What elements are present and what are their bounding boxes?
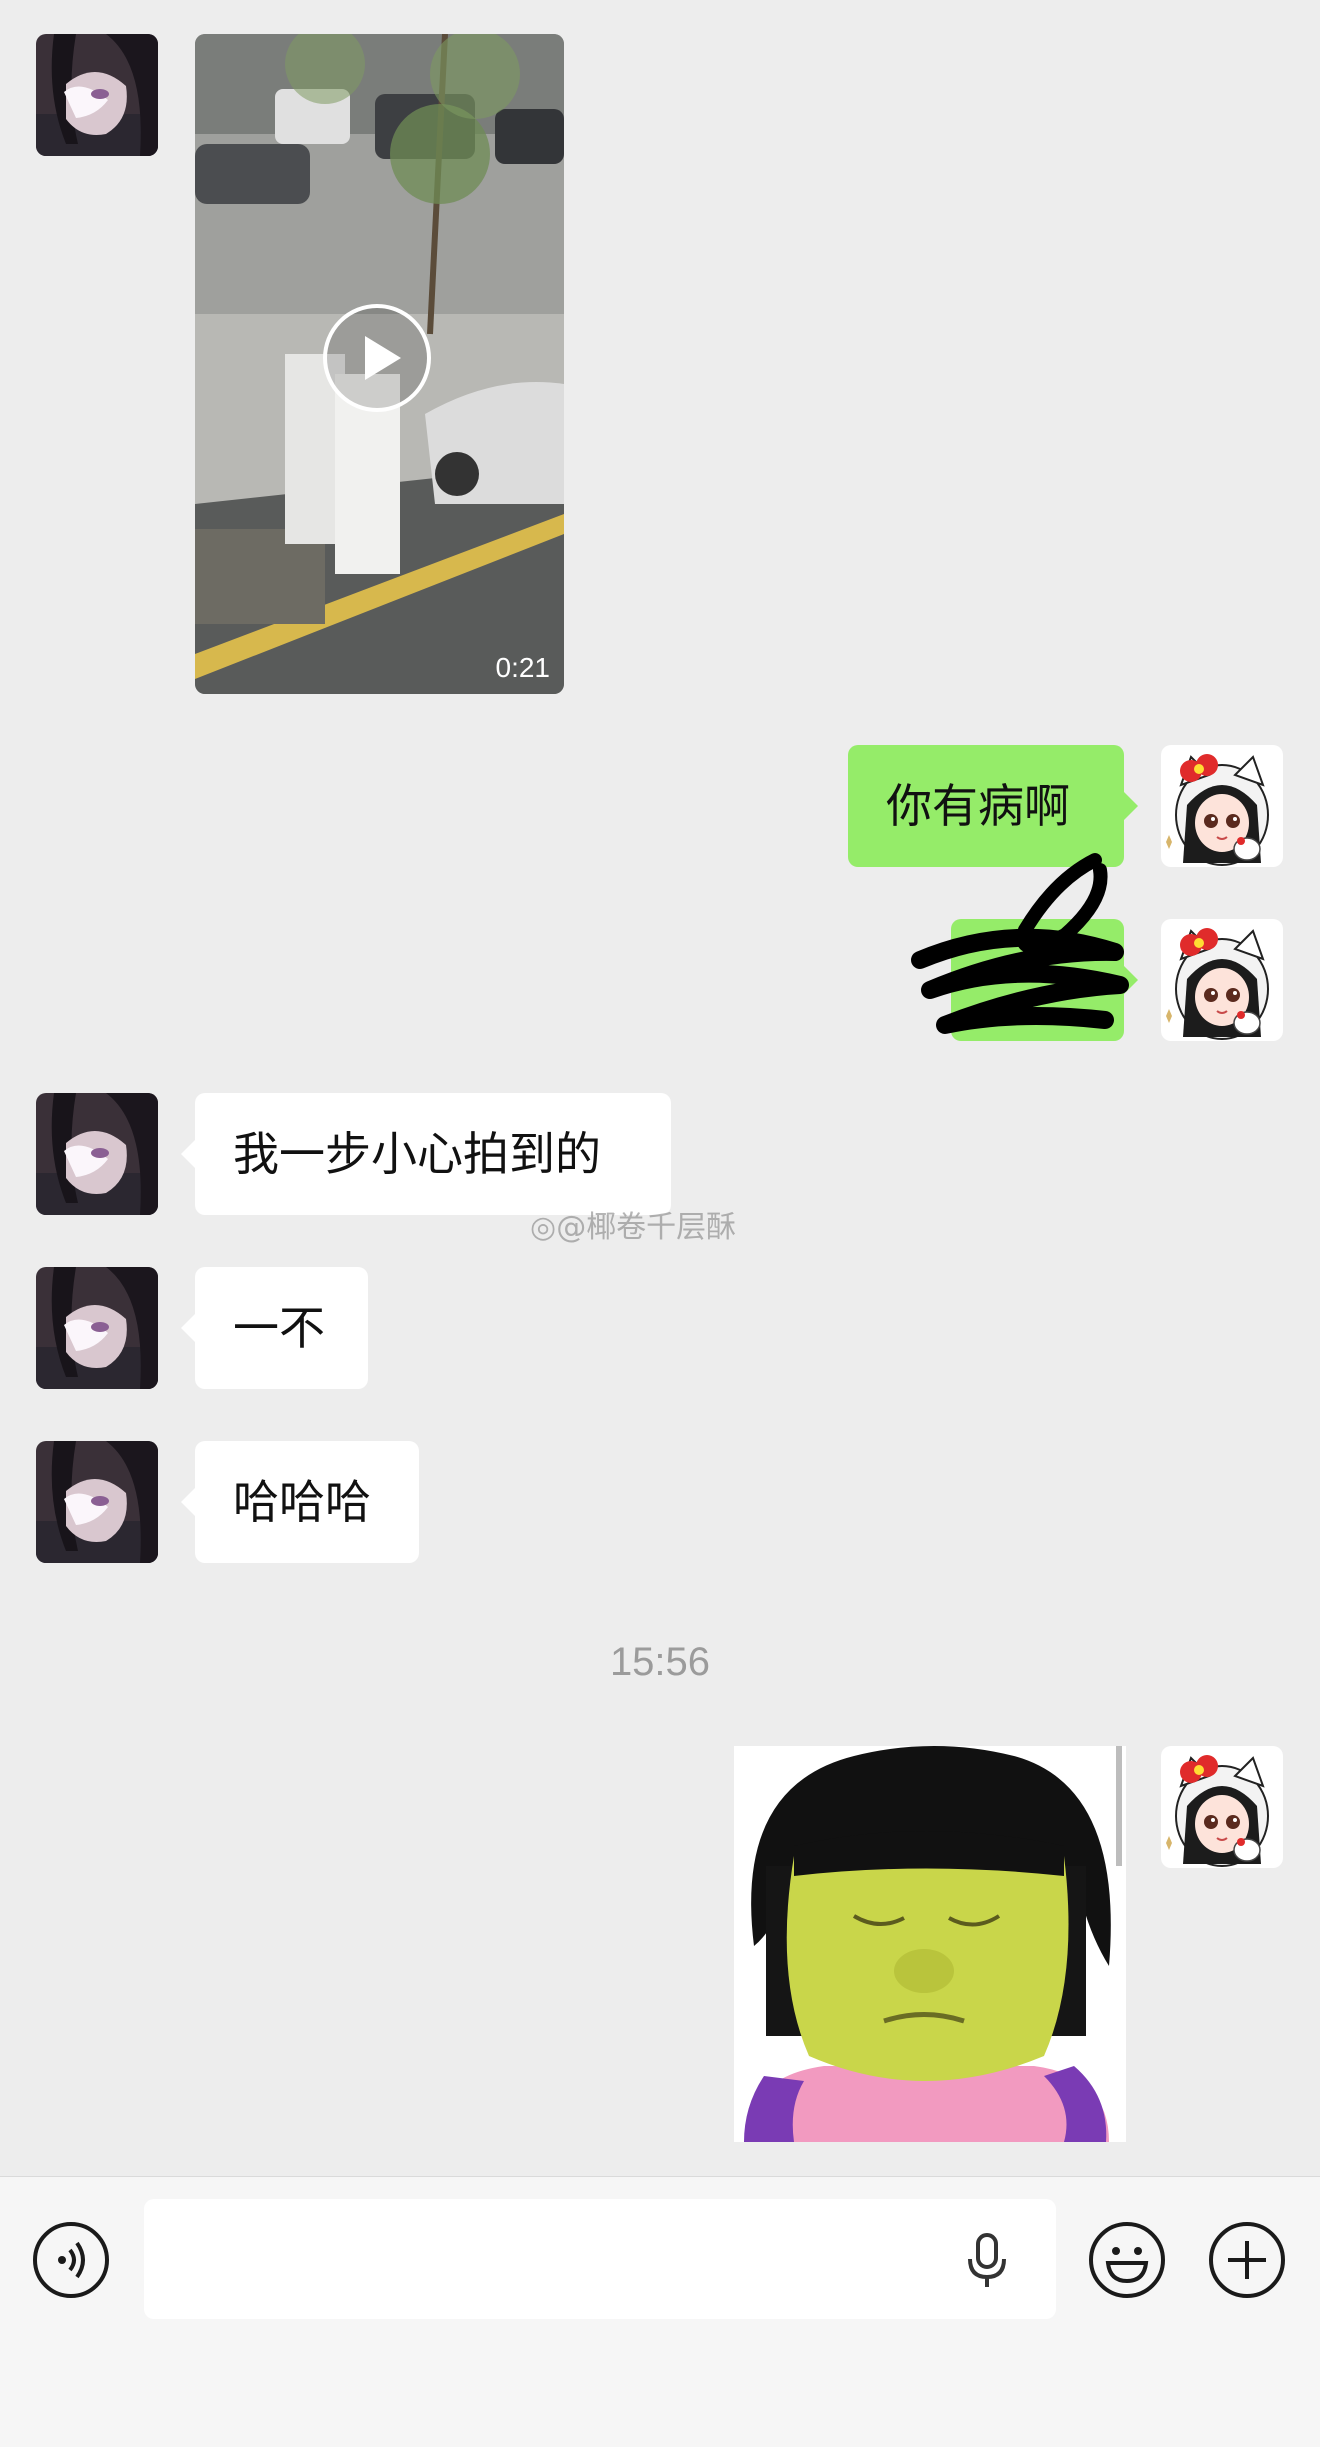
incoming-message-bubble[interactable]: 我一步小心拍到的 [181,1093,671,1215]
message-text: 哈哈哈 [233,1475,371,1529]
incoming-message-bubble[interactable]: 哈哈哈 [181,1441,419,1563]
sticker-message[interactable] [734,1746,1126,2142]
video-duration: 0:21 [495,652,551,683]
chat-input-bar [0,2176,1320,2447]
friend-avatar[interactable] [36,1441,158,1563]
friend-avatar[interactable] [36,34,158,156]
voice-icon[interactable] [32,2221,110,2299]
message-text: 我一步小心拍到的 [233,1127,601,1181]
message-text: 一不 [233,1301,325,1355]
weibo-icon: ◎ [530,1210,557,1245]
my-avatar[interactable] [1161,1746,1283,1868]
emoji-icon[interactable] [1088,2221,1166,2299]
friend-avatar[interactable] [36,1267,158,1389]
outgoing-message-bubble[interactable] [951,919,1138,1041]
video-message[interactable]: 0:21 [195,34,564,694]
mic-icon[interactable] [966,2233,1008,2289]
friend-avatar[interactable] [36,1093,158,1215]
outgoing-message-bubble[interactable]: 你有病啊 [848,745,1138,867]
sticker-image [734,1746,1126,2142]
chat-timestamp: 15:56 [609,1640,711,1684]
play-icon[interactable] [321,302,433,414]
watermark: ◎@椰卷千层酥 [530,1202,736,1246]
plus-icon[interactable] [1208,2221,1286,2299]
message-input[interactable] [144,2199,1056,2319]
message-text: 你有病啊 [886,779,1070,833]
incoming-message-bubble[interactable]: 一不 [181,1267,368,1389]
watermark-text: @椰卷千层酥 [556,1210,737,1245]
my-avatar[interactable] [1161,919,1283,1041]
my-avatar[interactable] [1161,745,1283,867]
